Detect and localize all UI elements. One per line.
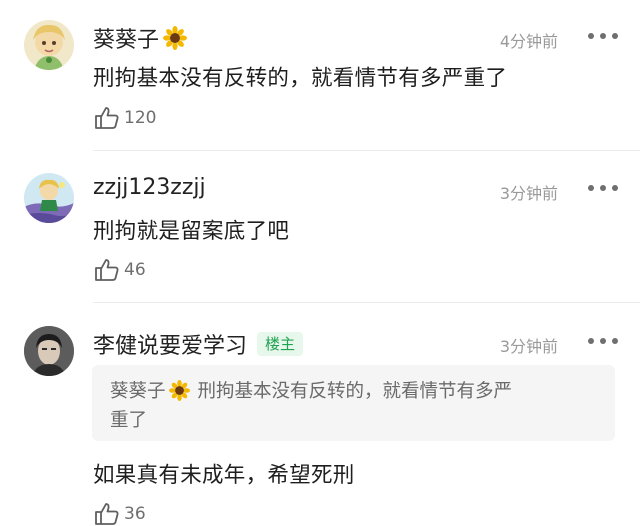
op-badge: 楼主 (257, 332, 304, 356)
avatar[interactable] (24, 326, 74, 376)
avatar[interactable] (24, 173, 74, 223)
like-count: 120 (124, 108, 157, 128)
username-text[interactable]: 葵葵子 (93, 22, 159, 54)
timestamp: 4分钟前 (499, 32, 558, 51)
quoted-username: 葵葵子 (110, 381, 166, 402)
divider (93, 150, 640, 151)
thumbs-up-icon (95, 503, 119, 525)
like-button[interactable]: 120 (94, 106, 156, 130)
quoted-comment[interactable]: 葵葵子 刑拘基本没有反转的，就看情节有多严 重了 (92, 365, 615, 441)
quoted-text-line2: 重了 (110, 410, 148, 431)
thumbs-up-icon (95, 107, 119, 129)
username-text[interactable]: zzjj123zzjj (93, 175, 206, 200)
sunflower-icon (168, 379, 190, 401)
avatar[interactable] (24, 20, 74, 70)
like-count: 36 (124, 504, 146, 524)
thumbs-up-icon (95, 259, 119, 281)
like-count: 46 (124, 260, 146, 280)
comment-text: 刑拘基本没有反转的，就看情节有多严重了 (93, 66, 508, 91)
username[interactable]: 葵葵子 (93, 22, 188, 54)
like-button[interactable]: 46 (94, 258, 146, 282)
timestamp: 3分钟前 (499, 337, 558, 356)
quoted-text-line1: 刑拘基本没有反转的，就看情节有多严 (197, 381, 513, 402)
more-icon[interactable] (588, 184, 618, 192)
more-icon[interactable] (588, 337, 618, 345)
timestamp: 3分钟前 (499, 184, 558, 203)
sunflower-icon (163, 26, 188, 50)
comment-text: 如果真有未成年，希望死刑 (93, 463, 355, 488)
comment-text: 刑拘就是留案底了吧 (93, 219, 290, 244)
username[interactable]: zzjj123zzjj (93, 175, 206, 200)
like-button[interactable]: 36 (94, 502, 146, 526)
username[interactable]: 李健说要爱学习 楼主 (93, 328, 304, 360)
divider (93, 302, 640, 303)
more-icon[interactable] (588, 32, 618, 40)
username-text[interactable]: 李健说要爱学习 (93, 328, 247, 360)
